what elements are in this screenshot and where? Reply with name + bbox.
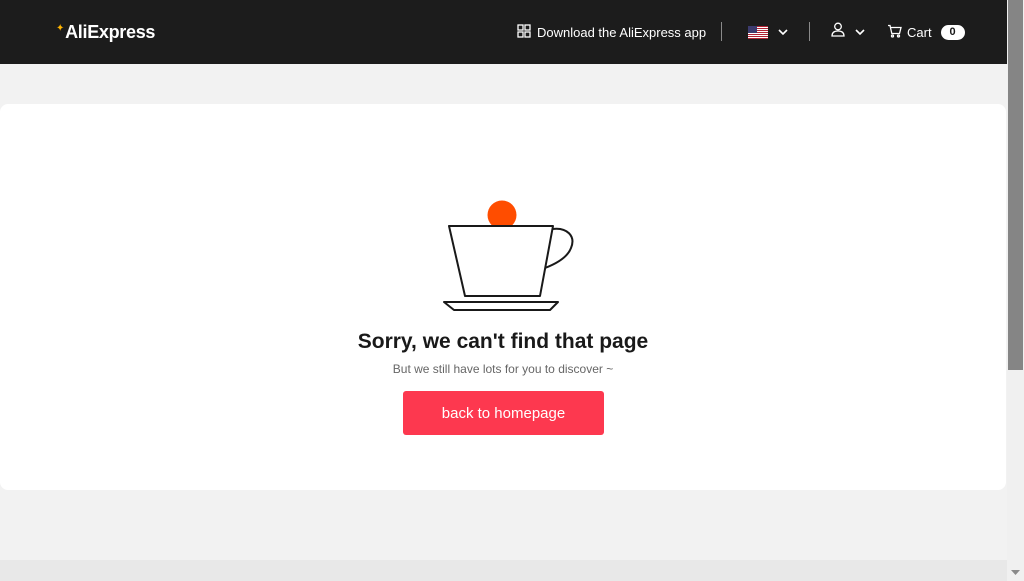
- cart-count-badge: 0: [940, 24, 965, 40]
- cart-label: Cart: [907, 24, 932, 40]
- vertical-scrollbar[interactable]: [1007, 0, 1024, 581]
- top-header: ✦ AliExpress Download the AliExpress app: [0, 0, 1007, 64]
- page-subtitle: But we still have lots for you to discov…: [392, 362, 614, 376]
- account-menu[interactable]: [831, 22, 865, 42]
- scrollbar-thumb[interactable]: [1008, 0, 1023, 370]
- download-app-link[interactable]: Download the AliExpress app: [517, 22, 706, 42]
- coffee-cup-icon: [440, 200, 580, 320]
- chevron-down-icon: [855, 23, 865, 41]
- region-selector[interactable]: [748, 22, 788, 42]
- page-title: Sorry, we can't find that page: [357, 330, 649, 353]
- qr-grid-icon: [517, 23, 531, 41]
- header-divider: [721, 22, 722, 41]
- us-flag-icon: [748, 25, 768, 39]
- logo-spark-icon: ✦: [56, 22, 65, 34]
- logo-text: AliExpress: [65, 21, 156, 42]
- scroll-down-arrow-icon[interactable]: [1007, 564, 1024, 581]
- aliexpress-logo[interactable]: ✦ AliExpress: [56, 20, 155, 44]
- back-to-homepage-button[interactable]: back to homepage: [403, 391, 604, 435]
- header-divider: [809, 22, 810, 41]
- footer-strip: [0, 560, 1007, 581]
- cart-link[interactable]: Cart 0: [887, 22, 965, 42]
- not-found-card: Sorry, we can't find that page But we st…: [0, 104, 1006, 490]
- cart-icon: [887, 24, 902, 41]
- chevron-down-icon: [778, 23, 788, 41]
- download-app-label: Download the AliExpress app: [537, 24, 707, 40]
- user-icon: [831, 22, 845, 42]
